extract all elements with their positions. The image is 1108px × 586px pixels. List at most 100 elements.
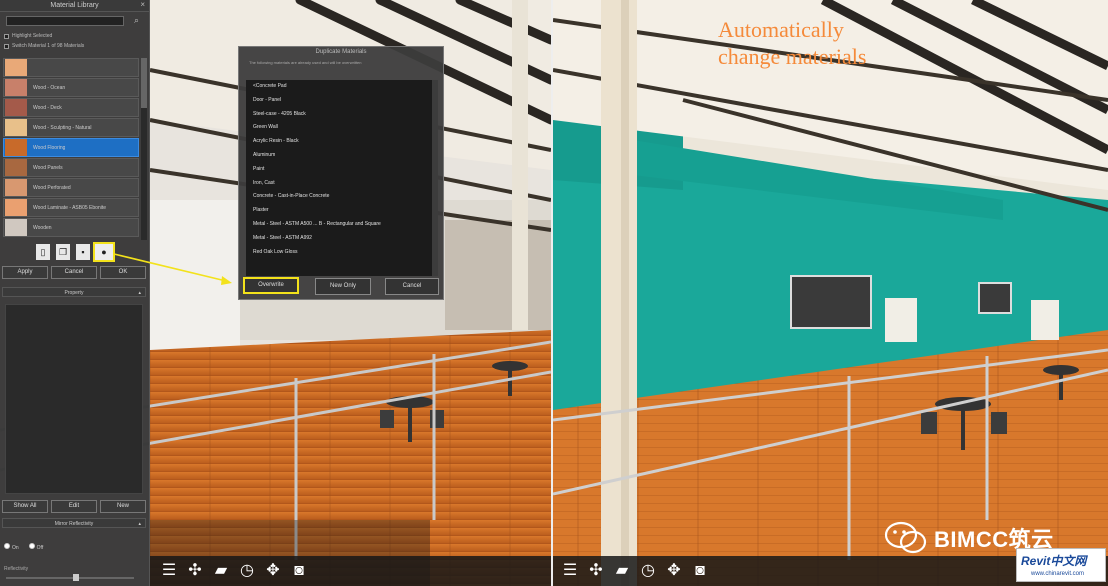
scrollbar-thumb[interactable] (141, 58, 147, 108)
vr-headset-icon[interactable]: ◙ (286, 560, 312, 582)
radio-circle[interactable] (28, 543, 35, 549)
mirror-section-header[interactable]: Mirror Reflectivity ▴ (2, 518, 146, 528)
apply-button[interactable]: Apply (2, 266, 48, 279)
left-viewport[interactable]: Material Library × ⌕ Highlight Selected … (0, 0, 551, 586)
duplicate-material-item[interactable]: Steel-case - 4205 Black (246, 108, 432, 122)
list-icon[interactable]: ☰ (156, 560, 182, 582)
duplicate-material-item[interactable]: Metal - Steel - ASTM A992 (246, 232, 432, 246)
material-swatch (5, 219, 27, 236)
material-list-scrollbar[interactable] (141, 58, 147, 240)
duplicate-material-item[interactable]: Paint (246, 163, 432, 177)
new-only-button[interactable]: New Only (315, 278, 371, 295)
library-title: Material Library (0, 0, 149, 12)
move-icon[interactable]: ✥ (260, 560, 286, 582)
walk-icon[interactable]: ✣ (583, 560, 609, 582)
material-swatch (5, 119, 27, 136)
move-icon[interactable]: ✥ (661, 560, 687, 582)
material-label: Wood Laminate - ASB05 Ebonite (33, 204, 107, 211)
cancel-button[interactable]: Cancel (51, 266, 97, 279)
show-all-button[interactable]: Show All (2, 500, 48, 513)
radio-off[interactable]: Off (28, 543, 44, 551)
search-icon[interactable]: ⌕ (134, 15, 139, 26)
clock-icon[interactable]: ◷ (635, 560, 661, 582)
collapse-icon[interactable]: ▴ (138, 288, 141, 298)
collapse-icon[interactable]: ▴ (138, 519, 141, 529)
duplicate-icon[interactable]: ❐ (56, 244, 70, 260)
reflectivity-label: Reflectivity (4, 566, 29, 572)
right-viewport[interactable]: Automatically change materials ☰ ✣ ▰ ◷ ✥… (553, 0, 1108, 586)
property-section-header[interactable]: Property ▴ (2, 287, 146, 297)
material-swatch (5, 179, 27, 196)
revit-logo: Revit中文网 www.chinarevit.com (1016, 548, 1106, 582)
radio-label: Off (36, 545, 44, 551)
material-label: Wood - Sculpting - Natural (33, 124, 92, 131)
material-item-selected[interactable]: Wood Flooring (3, 138, 139, 157)
duplicate-material-item[interactable]: <Concrete Pad (246, 80, 432, 94)
material-item[interactable]: Wooden (3, 218, 139, 237)
folder-icon[interactable]: ▰ (609, 560, 635, 582)
highlight-checkbox-row[interactable]: Highlight Selected (4, 33, 52, 39)
save-icon[interactable]: ▪ (76, 244, 90, 260)
duplicate-material-item[interactable]: Metal - Steel - ASTM A500 ... B - Rectan… (246, 218, 432, 232)
material-swatch (5, 59, 27, 76)
material-item[interactable]: Wood - Deck (3, 98, 139, 117)
duplicate-material-item[interactable]: Door - Panel (246, 94, 432, 108)
material-item[interactable]: Wood - Ocean (3, 78, 139, 97)
material-swatch (5, 159, 27, 176)
new-material-icon[interactable]: ▯ (36, 244, 50, 260)
folder-icon[interactable]: ▰ (208, 560, 234, 582)
checkbox[interactable] (4, 43, 9, 49)
dialog-subtitle: The following materials are already used… (249, 60, 362, 65)
right-render-scene (553, 0, 1108, 586)
duplicate-material-item[interactable]: Aluminum (246, 149, 432, 163)
radio-label: On (12, 545, 19, 551)
duplicate-material-item[interactable]: Iron, Cast (246, 177, 432, 191)
material-swatch (5, 99, 27, 116)
walk-icon[interactable]: ✣ (182, 560, 208, 582)
dialog-list-scrollbar[interactable] (432, 80, 438, 276)
close-icon[interactable]: × (140, 0, 145, 9)
material-item[interactable]: Wood Laminate - ASB05 Ebonite (3, 198, 139, 217)
caption-line-1: Automatically (718, 17, 844, 42)
material-item[interactable] (3, 58, 139, 77)
new-button[interactable]: New (100, 500, 146, 513)
reflectivity-slider[interactable] (6, 577, 134, 579)
duplicate-material-item[interactable]: Red Oak Low Gloss (246, 246, 432, 260)
duplicate-material-item[interactable]: Acrylic Resin - Black (246, 135, 432, 149)
edit-button[interactable]: Edit (51, 500, 97, 513)
material-preview (5, 304, 143, 494)
material-item[interactable]: Wood - Sculpting - Natural (3, 118, 139, 137)
caption-line-2: change materials (718, 44, 867, 69)
dialog-cancel-button[interactable]: Cancel (385, 278, 439, 295)
radio-on[interactable]: On (4, 543, 19, 551)
dialog-title: Duplicate Materials (315, 49, 367, 55)
switch-checkbox-row[interactable]: Switch Material 1 of 98 Materials (4, 43, 84, 49)
list-icon[interactable]: ☰ (557, 560, 583, 582)
material-swatch (5, 79, 27, 96)
overwrite-button[interactable]: Overwrite (243, 277, 299, 294)
material-label: Wood Flooring (33, 144, 66, 151)
radio-circle[interactable] (4, 543, 10, 549)
eye-icon[interactable]: ● (93, 242, 115, 262)
option-label: Switch Material 1 of 98 Materials (12, 43, 85, 49)
bottom-action-row: Show All Edit New (2, 500, 146, 513)
material-item[interactable]: Wood Perforated (3, 178, 139, 197)
reflectivity-slider-handle[interactable] (73, 574, 80, 581)
material-label: Wooden (33, 224, 52, 231)
duplicate-material-item[interactable]: Concrete - Cast-in-Place Concrete (246, 190, 432, 204)
duplicate-material-list: <Concrete Pad Door - Panel Steel-case - 42… (246, 80, 432, 276)
library-search-input[interactable] (6, 16, 124, 26)
ok-button[interactable]: OK (100, 266, 146, 279)
checkbox[interactable] (4, 33, 9, 39)
duplicate-material-item[interactable]: Green Wall (246, 121, 432, 135)
material-label: Wood Perforated (33, 184, 71, 191)
material-item[interactable]: Wood Panels (3, 158, 139, 177)
clock-icon[interactable]: ◷ (234, 560, 260, 582)
duplicate-material-item[interactable]: Plaster (246, 204, 432, 218)
vr-headset-icon[interactable]: ◙ (687, 560, 713, 582)
logo-sub-text: www.chinarevit.com (1031, 571, 1085, 577)
material-swatch (5, 139, 27, 156)
caption-text: Automatically change materials (718, 16, 866, 70)
left-toolbar: ☰ ✣ ▰ ◷ ✥ ◙ (150, 556, 551, 586)
material-label: Wood - Deck (33, 104, 62, 111)
